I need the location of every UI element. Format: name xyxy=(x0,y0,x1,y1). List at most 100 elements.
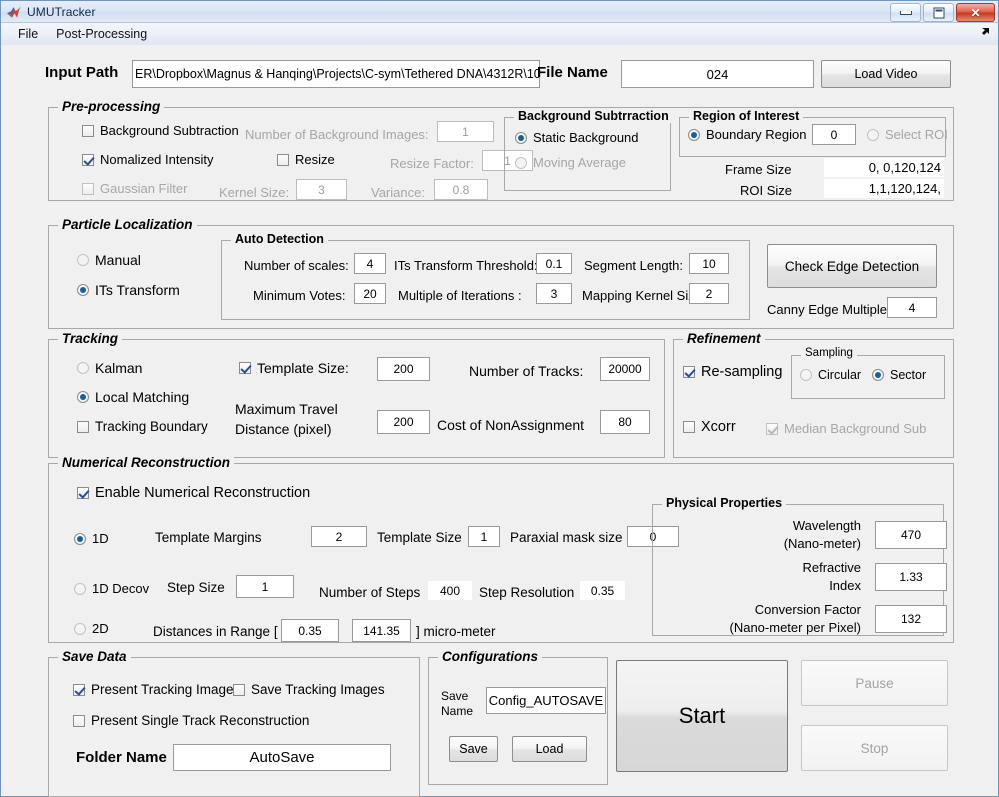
canny-edge-multiple-label: Canny Edge Multiple: xyxy=(767,302,891,317)
stop-button[interactable]: Stop xyxy=(801,725,948,771)
normalized-intensity-checkbox[interactable]: Nomalized Intensity xyxy=(82,153,213,167)
segment-length-label: Segment Length: xyxy=(584,258,684,273)
pause-button[interactable]: Pause xyxy=(801,660,948,706)
radio-button xyxy=(74,533,86,545)
distances-in-range-unit-label: ] micro-meter xyxy=(416,624,496,639)
minimize-button[interactable] xyxy=(890,3,921,22)
menu-item-file[interactable]: File xyxy=(9,25,47,43)
segment-length-input[interactable]: 10 xyxy=(689,253,729,274)
background-subtraction-checkbox[interactable]: Background Subtraction xyxy=(82,124,239,138)
save-name-input[interactable]: Config_AUTOSAVE xyxy=(486,687,606,714)
boundary-region-radio[interactable]: Boundary Region xyxy=(688,128,806,142)
menu-overflow-arrow-icon[interactable] xyxy=(980,26,992,38)
start-button[interactable]: Start xyxy=(616,660,788,772)
mode-1d-decov-label: 1D Decov xyxy=(92,581,150,596)
select-roi-radio[interactable]: Select ROI xyxy=(867,128,948,142)
present-tracking-images-checkbox[interactable]: Present Tracking Images xyxy=(73,683,240,697)
median-background-sub-checkbox[interactable]: Median Background Sub xyxy=(766,422,926,436)
static-background-radio[interactable]: Static Background xyxy=(515,131,639,145)
resampling-checkbox[interactable]: Re-sampling xyxy=(683,365,782,379)
static-background-label: Static Background xyxy=(533,130,639,145)
canny-edge-multiple-input[interactable]: 4 xyxy=(887,297,937,318)
minimum-votes-input[interactable]: 20 xyxy=(354,283,386,304)
frame-size-label: Frame Size xyxy=(725,162,792,177)
multiple-of-iterations-label: Multiple of Iterations : xyxy=(398,288,522,303)
multiple-of-iterations-input[interactable]: 3 xyxy=(536,283,572,304)
matlab-icon xyxy=(6,5,22,19)
sector-radio[interactable]: Sector xyxy=(872,368,926,382)
load-config-button[interactable]: Load xyxy=(512,736,587,762)
maximum-travel-distance-label-line2: Distance (pixel) xyxy=(235,421,332,437)
gaussian-filter-checkbox[interactable]: Gaussian Filter xyxy=(82,182,187,196)
load-video-button[interactable]: Load Video xyxy=(821,60,951,88)
resize-checkbox[interactable]: Resize xyxy=(277,153,335,167)
radio-button xyxy=(74,583,86,595)
radio-button xyxy=(688,129,700,141)
wavelength-input[interactable]: 470 xyxy=(875,521,947,549)
number-of-tracks-input[interactable]: 20000 xyxy=(600,357,650,381)
mode-1d-decov-radio[interactable]: 1D Decov xyxy=(74,582,149,596)
background-subtraction-panel-title: Background Subtrraction xyxy=(514,109,673,123)
number-of-steps-input[interactable]: 400 xyxy=(428,581,472,600)
kernel-size-label: Kernel Size: xyxy=(219,185,290,200)
enable-numerical-reconstruction-checkbox[interactable]: Enable Numerical Reconstruction xyxy=(77,486,310,500)
its-transform-threshold-input[interactable]: 0.1 xyxy=(536,253,572,274)
local-matching-radio[interactable]: Local Matching xyxy=(77,390,189,404)
input-path-input[interactable]: ER\Dropbox\Magnus & Hanqing\Projects\C-s… xyxy=(132,60,540,88)
maximum-travel-distance-label-line1: Maximum Travel xyxy=(235,401,338,417)
its-transform-radio[interactable]: ITs Transform xyxy=(77,283,180,297)
number-of-steps-label: Number of Steps xyxy=(319,585,421,600)
boundary-region-input[interactable]: 0 xyxy=(812,124,856,145)
physical-properties-panel-title: Physical Properties xyxy=(662,496,787,510)
save-tracking-images-checkbox[interactable]: Save Tracking Images xyxy=(233,683,385,697)
checkbox-box xyxy=(683,421,695,433)
template-size-input[interactable]: 200 xyxy=(377,357,430,381)
refinement-panel-title: Refinement xyxy=(683,331,765,346)
step-size-input[interactable]: 1 xyxy=(236,575,294,598)
boundary-region-label: Boundary Region xyxy=(706,127,807,142)
refractive-index-input[interactable]: 1.33 xyxy=(875,563,947,591)
circular-radio[interactable]: Circular xyxy=(800,368,861,382)
check-edge-detection-button[interactable]: Check Edge Detection xyxy=(767,244,937,288)
xcorr-checkbox[interactable]: Xcorr xyxy=(683,420,736,434)
mode-2d-label: 2D xyxy=(92,621,109,636)
resize-label: Resize xyxy=(295,152,335,167)
checkbox-box xyxy=(73,715,85,727)
variance-input[interactable]: 0.8 xyxy=(434,179,488,200)
tracking-boundary-checkbox[interactable]: Tracking Boundary xyxy=(77,420,208,434)
numrec-template-size-input[interactable]: 1 xyxy=(468,526,500,547)
conversion-factor-input[interactable]: 132 xyxy=(875,605,947,633)
distances-in-range-min-input[interactable]: 0.35 xyxy=(281,619,339,642)
save-name-label-line2: Name xyxy=(441,704,474,718)
cost-of-nonassignment-input[interactable]: 80 xyxy=(600,410,650,434)
conversion-factor-label-line2: (Nano-meter per Pixel) xyxy=(729,620,862,635)
mode-1d-radio[interactable]: 1D xyxy=(74,532,109,546)
moving-average-radio[interactable]: Moving Average xyxy=(515,156,626,170)
present-single-track-reconstruction-checkbox[interactable]: Present Single Track Reconstruction xyxy=(73,714,309,728)
template-size-checkbox[interactable]: Template Size: xyxy=(239,361,349,375)
maximum-travel-distance-input[interactable]: 200 xyxy=(377,410,430,434)
mapping-kernel-size-input[interactable]: 2 xyxy=(689,283,729,304)
radio-button xyxy=(872,369,884,381)
mode-2d-radio[interactable]: 2D xyxy=(74,622,109,636)
template-size-label: Template Size: xyxy=(257,360,349,376)
number-of-background-images-input[interactable]: 1 xyxy=(437,121,494,142)
step-resolution-input[interactable]: 0.35 xyxy=(580,581,625,600)
save-name-label-line1: Save xyxy=(441,689,469,703)
distances-in-range-max-input[interactable]: 141.35 xyxy=(352,619,411,642)
mode-1d-label: 1D xyxy=(92,531,109,546)
menu-item-post-processing[interactable]: Post-Processing xyxy=(47,25,156,43)
roi-size-value: 1,1,120,124, xyxy=(824,179,944,198)
maximize-button[interactable] xyxy=(923,3,954,22)
manual-radio[interactable]: Manual xyxy=(77,253,141,267)
folder-name-input[interactable]: AutoSave xyxy=(173,744,391,771)
save-config-button[interactable]: Save xyxy=(449,736,498,762)
kernel-size-input[interactable]: 3 xyxy=(296,179,347,200)
checkbox-box xyxy=(82,183,94,195)
kalman-radio[interactable]: Kalman xyxy=(77,361,142,375)
number-of-scales-input[interactable]: 4 xyxy=(354,253,386,274)
configurations-panel-title: Configurations xyxy=(438,649,542,664)
template-margins-input[interactable]: 2 xyxy=(311,526,367,547)
close-button[interactable]: ✕ xyxy=(956,3,995,22)
file-name-input[interactable]: 024 xyxy=(621,60,814,88)
